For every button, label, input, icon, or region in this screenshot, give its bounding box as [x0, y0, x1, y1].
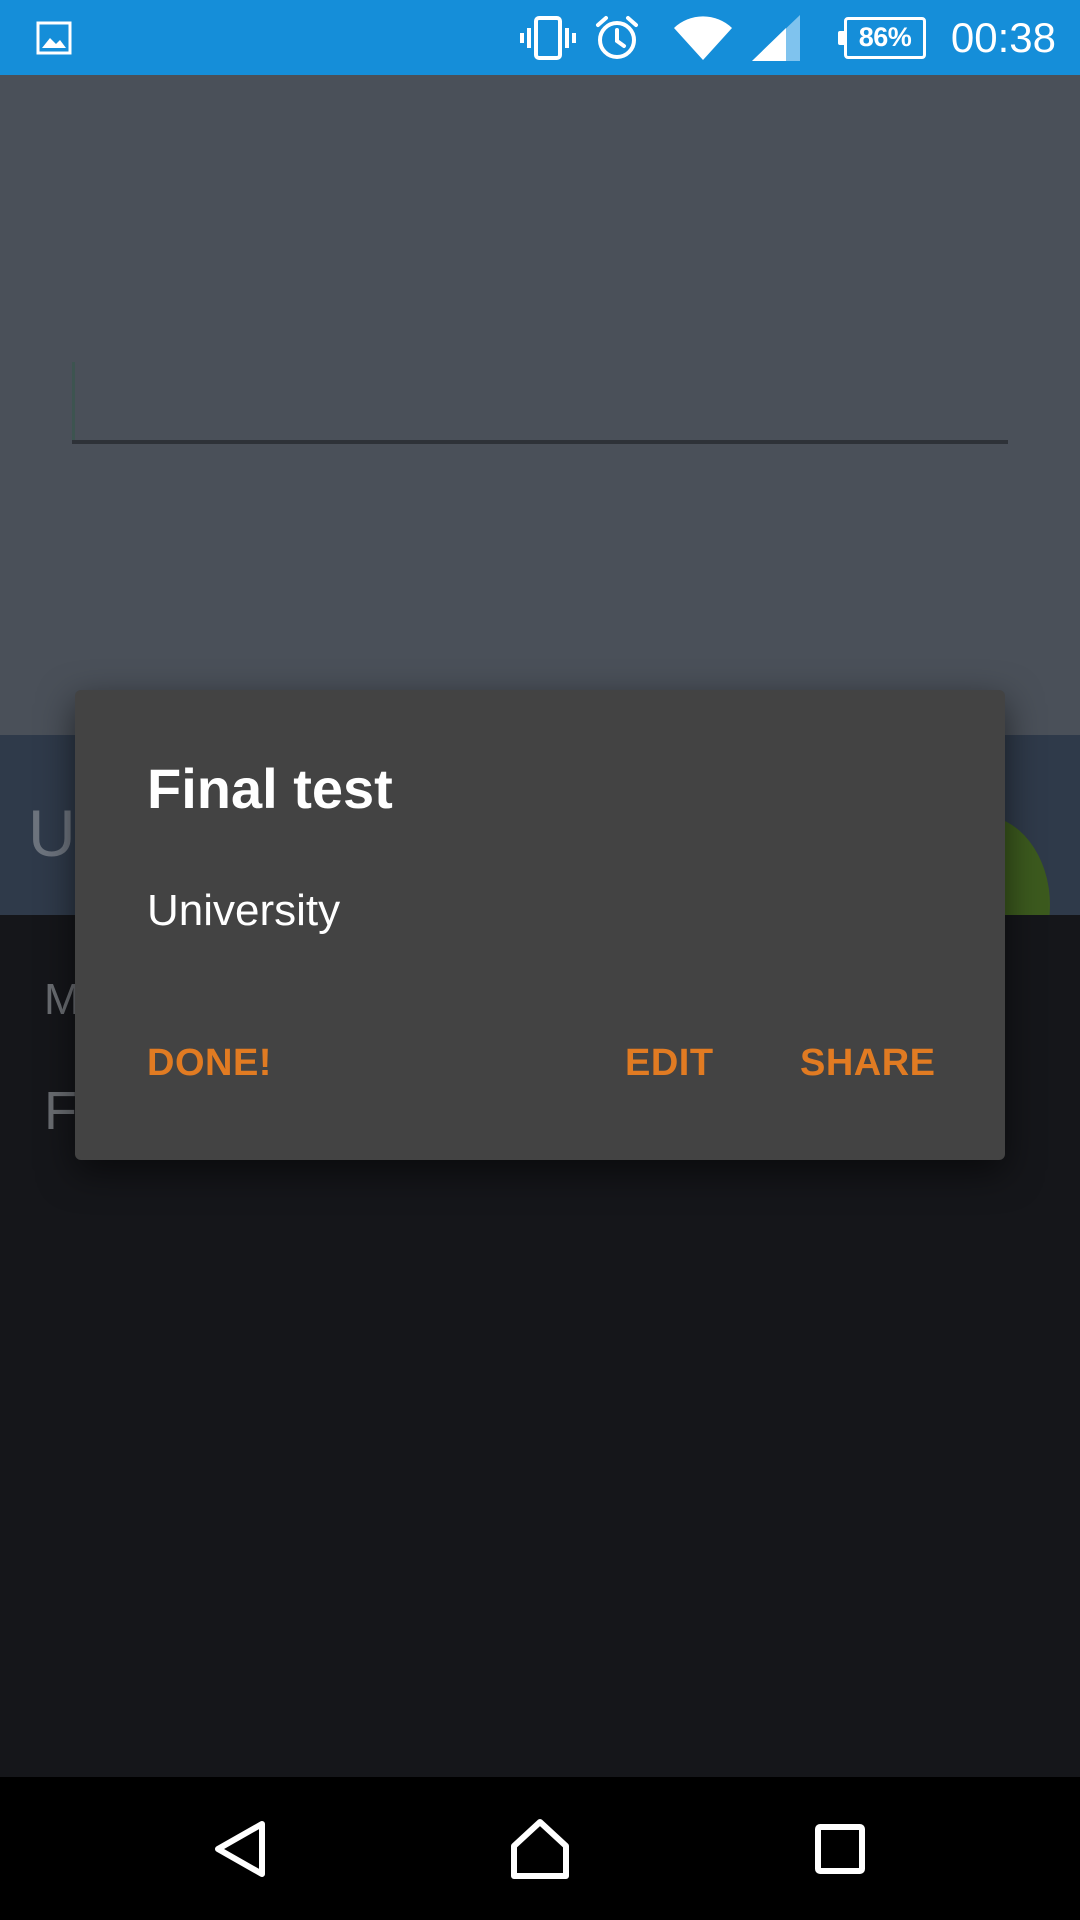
- navigation-bar: [0, 1777, 1080, 1920]
- back-button[interactable]: [170, 1777, 310, 1920]
- dialog-title: Final test: [147, 757, 393, 820]
- battery-icon: 86%: [838, 0, 926, 75]
- home-icon: [511, 1818, 569, 1879]
- text-cursor: [72, 362, 75, 440]
- home-button[interactable]: [470, 1777, 610, 1920]
- recents-button[interactable]: [770, 1777, 910, 1920]
- gallery-icon: [36, 0, 72, 75]
- alarm-icon: [594, 0, 640, 75]
- signal-icon: [752, 0, 800, 75]
- dialog-message: University: [147, 886, 341, 935]
- clock: 00:38: [950, 13, 1056, 61]
- back-icon: [215, 1820, 265, 1877]
- edit-button[interactable]: EDIT: [625, 1042, 714, 1085]
- battery-level: 86%: [838, 16, 926, 59]
- recents-icon: [815, 1823, 865, 1874]
- task-dialog: Final test University DONE! EDIT SHARE: [75, 690, 1005, 1160]
- text-input-underline[interactable]: [72, 440, 1008, 444]
- done-button[interactable]: DONE!: [147, 1042, 272, 1085]
- list-item[interactable]: F: [44, 1080, 77, 1142]
- app-header-area: [0, 75, 1080, 735]
- status-bar: 86% 00:38: [0, 0, 1080, 75]
- wifi-icon: [674, 0, 732, 75]
- vibrate-icon: [520, 0, 576, 75]
- band-title: U: [28, 796, 76, 870]
- share-button[interactable]: SHARE: [800, 1042, 936, 1085]
